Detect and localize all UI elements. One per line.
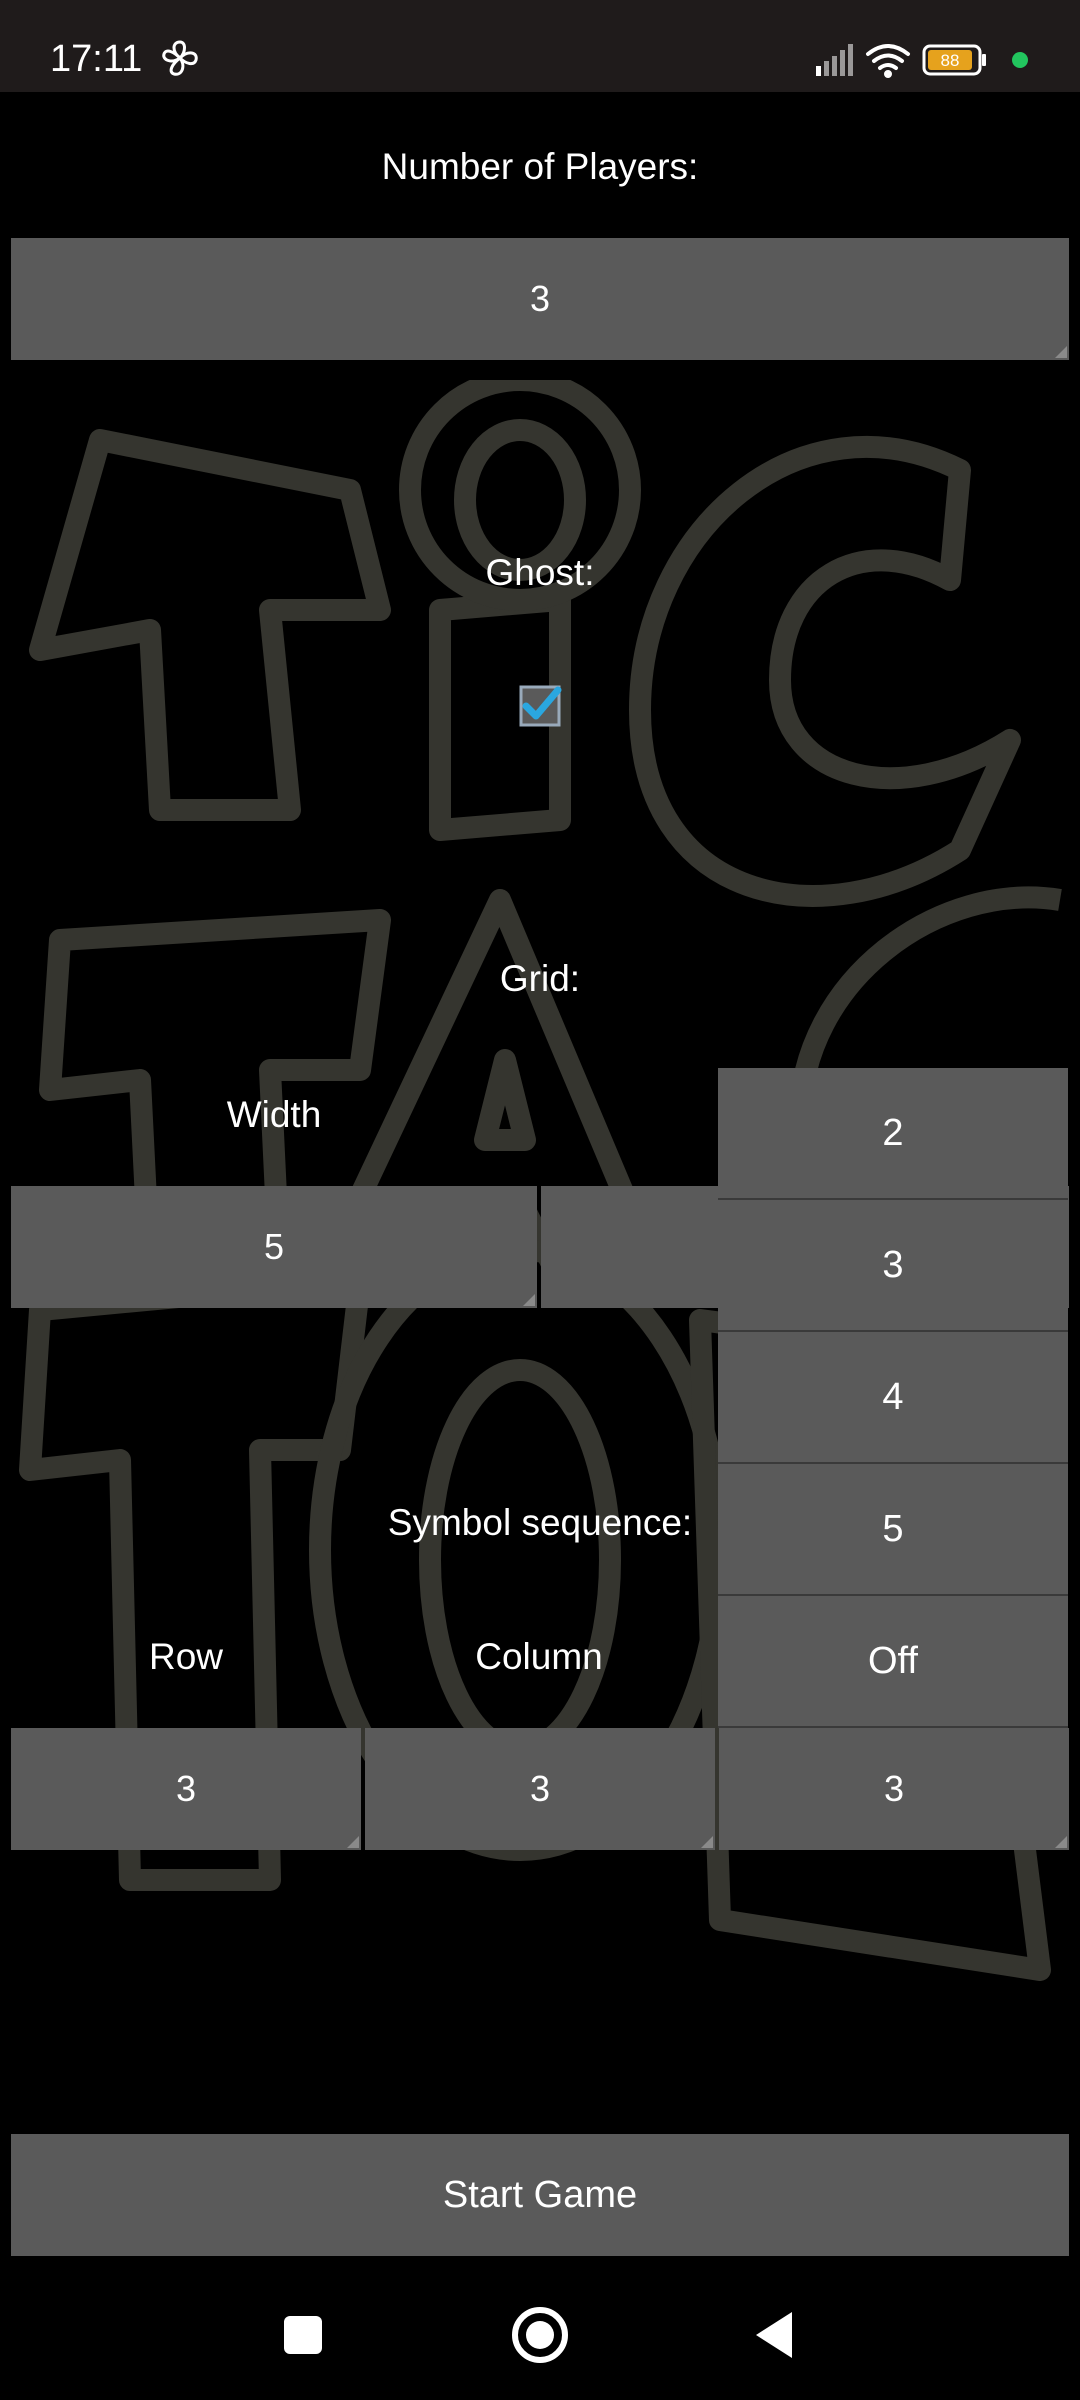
- fan-icon: [162, 40, 198, 76]
- signal-icon: [816, 44, 853, 76]
- ghost-label: Ghost:: [485, 552, 595, 593]
- game-setup-screen: 17:11 88 Number of Players: 3 Ghost: Gri…: [0, 0, 1080, 2400]
- dropdown-option[interactable]: Off: [718, 1596, 1068, 1726]
- battery-level: 88: [941, 51, 960, 70]
- dropdown-option[interactable]: 4: [718, 1332, 1068, 1462]
- start-game-button[interactable]: Start Game: [11, 2134, 1069, 2256]
- column-input[interactable]: 3: [365, 1728, 715, 1850]
- navigation-bar: [284, 2307, 792, 2363]
- ghost-checkbox[interactable]: [518, 684, 562, 728]
- players-input[interactable]: 3: [11, 238, 1069, 360]
- width-label: Width: [226, 1094, 322, 1135]
- status-bar: 17:11 88: [0, 0, 1080, 92]
- back-icon: [756, 2312, 792, 2358]
- column-label: Column: [475, 1636, 603, 1677]
- grid-label: Grid:: [499, 958, 581, 999]
- width-input[interactable]: 5: [11, 1186, 537, 1308]
- players-label: Number of Players:: [381, 146, 699, 187]
- row-input[interactable]: 3: [11, 1728, 361, 1850]
- dropdown-list: 2 3 4 5 Off: [718, 1068, 1068, 1728]
- wifi-icon: [866, 44, 910, 78]
- sequence-length-input[interactable]: 3: [719, 1728, 1069, 1850]
- row-label: Row: [148, 1636, 224, 1677]
- system-icons: 88: [816, 44, 1028, 78]
- home-icon: [512, 2307, 568, 2363]
- dropdown-option[interactable]: 2: [718, 1068, 1068, 1198]
- status-icons: 88: [810, 36, 1050, 82]
- dropdown-option[interactable]: 5: [718, 1464, 1068, 1594]
- status-dot-icon: [1012, 52, 1028, 68]
- status-time: 17:11: [50, 38, 143, 80]
- battery-icon: 88: [922, 44, 986, 76]
- recent-apps-icon: [284, 2316, 322, 2354]
- dropdown-option[interactable]: 3: [718, 1200, 1068, 1330]
